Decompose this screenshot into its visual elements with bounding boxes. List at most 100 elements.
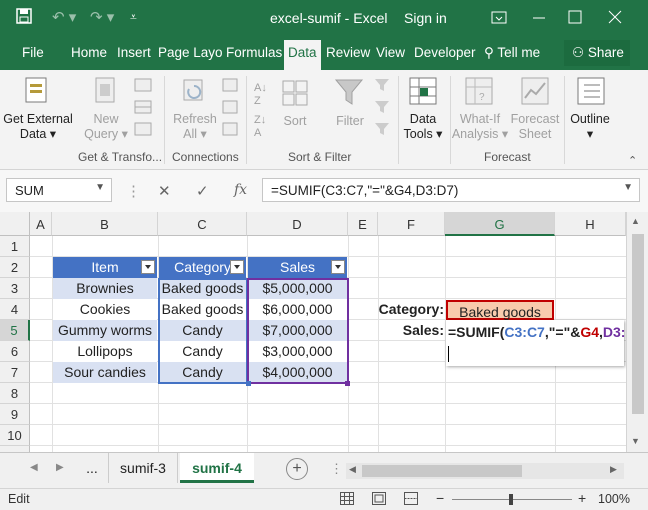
- sheet-tab-sumif-4[interactable]: sumif-4: [180, 453, 254, 483]
- page-break-view-icon[interactable]: [404, 492, 418, 508]
- zoom-level[interactable]: 100%: [598, 492, 630, 506]
- properties-icon[interactable]: [222, 100, 238, 117]
- vertical-scrollbar[interactable]: ▲ ▼: [626, 212, 648, 452]
- cancel-icon[interactable]: ✕: [158, 182, 171, 200]
- zoom-in-icon[interactable]: +: [578, 490, 586, 506]
- scroll-sheets-right-icon[interactable]: ▶: [56, 462, 64, 473]
- table-cell[interactable]: Brownies: [53, 278, 157, 299]
- scroll-thumb[interactable]: [632, 234, 644, 414]
- scroll-up-icon[interactable]: ▲: [631, 216, 640, 226]
- clear-filter-icon[interactable]: [374, 78, 390, 95]
- column-header-b[interactable]: B: [52, 212, 158, 236]
- tell-me-search[interactable]: ⚲ Tell me: [484, 45, 540, 61]
- sheet-tab-sumif-3[interactable]: sumif-3: [108, 453, 178, 483]
- scroll-right-icon[interactable]: ▶: [610, 464, 617, 475]
- tab-file[interactable]: File: [22, 45, 44, 60]
- tab-insert[interactable]: Insert: [117, 45, 151, 60]
- what-if-analysis-button[interactable]: What-If Analysis ▾: [450, 112, 510, 142]
- page-layout-view-icon[interactable]: [372, 492, 386, 508]
- recent-sources-icon[interactable]: [134, 122, 152, 139]
- scroll-sheets-left-icon[interactable]: ◀: [30, 462, 38, 473]
- ribbon-display-icon[interactable]: [488, 6, 512, 28]
- tab-formulas[interactable]: Formulas: [226, 45, 282, 60]
- forecast-sheet-button[interactable]: Forecast Sheet: [508, 112, 562, 142]
- data-tools-button[interactable]: Data Tools ▾: [400, 112, 446, 142]
- column-header-f[interactable]: F: [378, 212, 445, 236]
- new-query-button[interactable]: New Query ▾: [80, 112, 132, 142]
- tab-home[interactable]: Home: [71, 45, 107, 60]
- row-header-10[interactable]: 10: [0, 425, 30, 446]
- more-sheets[interactable]: ...: [78, 453, 106, 483]
- worksheet-grid[interactable]: A B C D E F G H 1 2 3 4 5 6 7 8 9 10 11 …: [0, 212, 626, 452]
- add-sheet-icon[interactable]: +: [286, 458, 308, 480]
- column-header-d[interactable]: D: [247, 212, 348, 236]
- sign-in-link[interactable]: Sign in: [404, 10, 447, 26]
- table-header-sales[interactable]: Sales: [248, 257, 347, 278]
- tab-developer[interactable]: Developer: [414, 45, 476, 60]
- scroll-down-icon[interactable]: ▼: [631, 436, 640, 446]
- outline-button[interactable]: Outline ▾: [564, 112, 616, 142]
- minimize-icon[interactable]: [528, 6, 552, 28]
- connections-icon[interactable]: [222, 78, 238, 95]
- table-cell[interactable]: Gummy worms: [53, 320, 157, 341]
- select-all-corner[interactable]: [0, 212, 30, 236]
- row-header-3[interactable]: 3: [0, 278, 30, 299]
- category-criteria-cell[interactable]: Baked goods: [446, 300, 554, 320]
- horizontal-scroll-thumb[interactable]: [362, 465, 522, 477]
- row-header-1[interactable]: 1: [0, 236, 30, 257]
- maximize-icon[interactable]: [564, 6, 588, 28]
- edit-links-icon[interactable]: [222, 122, 238, 139]
- row-header-4[interactable]: 4: [0, 299, 30, 320]
- formula-input[interactable]: =SUMIF(C3:C7,"="&G4,D3:D7) ▼: [262, 178, 640, 202]
- sort-az-icon[interactable]: A↓ Z: [254, 82, 267, 108]
- table-header-category[interactable]: Category: [159, 257, 246, 278]
- column-header-c[interactable]: C: [158, 212, 247, 236]
- insert-function-icon[interactable]: fx: [234, 182, 247, 198]
- redo-icon[interactable]: ↷ ▾: [90, 8, 114, 26]
- tab-splitter-icon[interactable]: ⋮: [330, 461, 343, 477]
- sort-za-icon[interactable]: Z↓ A: [254, 114, 266, 140]
- refresh-all-button[interactable]: Refresh All ▾: [170, 112, 220, 142]
- table-header-item[interactable]: Item: [53, 257, 157, 278]
- table-cell[interactable]: Sour candies: [53, 362, 157, 383]
- table-cell[interactable]: Lollipops: [53, 341, 157, 362]
- zoom-slider-handle[interactable]: [509, 494, 513, 505]
- zoom-out-icon[interactable]: −: [436, 490, 444, 506]
- tab-page-layout[interactable]: Page Layo: [158, 45, 223, 60]
- close-icon[interactable]: [604, 6, 628, 28]
- resize-handle[interactable]: [246, 381, 251, 386]
- show-queries-icon[interactable]: [134, 78, 152, 95]
- save-icon[interactable]: [16, 8, 32, 28]
- tab-review[interactable]: Review: [326, 45, 370, 60]
- row-header-2[interactable]: 2: [0, 257, 30, 278]
- share-button[interactable]: ⚇ Share: [564, 40, 630, 66]
- row-header-8[interactable]: 8: [0, 383, 30, 404]
- row-header-5[interactable]: 5: [0, 320, 30, 341]
- normal-view-icon[interactable]: [340, 492, 354, 508]
- filter-dropdown-icon[interactable]: [141, 260, 155, 274]
- column-header-e[interactable]: E: [348, 212, 378, 236]
- horizontal-scrollbar[interactable]: ◀ ▶: [346, 463, 624, 479]
- collapse-ribbon-icon[interactable]: ⌃: [628, 154, 637, 167]
- tab-data[interactable]: Data: [284, 40, 321, 70]
- sort-button[interactable]: Sort: [280, 114, 310, 129]
- table-cell[interactable]: Cookies: [53, 299, 157, 320]
- row-header-7[interactable]: 7: [0, 362, 30, 383]
- get-external-data-button[interactable]: Get External Data ▾: [2, 112, 74, 142]
- customize-toolbar-icon[interactable]: ⩡: [130, 10, 137, 25]
- name-box[interactable]: SUM ▼: [6, 178, 112, 202]
- filter-dropdown-icon[interactable]: [230, 260, 244, 274]
- tab-view[interactable]: View: [376, 45, 405, 60]
- resize-handle[interactable]: [345, 381, 350, 386]
- column-header-h[interactable]: H: [555, 212, 626, 236]
- column-header-g[interactable]: G: [445, 212, 555, 236]
- advanced-filter-icon[interactable]: [374, 122, 390, 139]
- scroll-left-icon[interactable]: ◀: [349, 464, 356, 475]
- expand-formula-icon[interactable]: ▼: [623, 182, 633, 193]
- undo-icon[interactable]: ↶ ▾: [52, 8, 76, 26]
- reapply-filter-icon[interactable]: [374, 100, 390, 117]
- from-table-icon[interactable]: [134, 100, 152, 117]
- formula-edit-cell[interactable]: =SUMIF(C3:C7,"="&G4,D3:D7): [446, 320, 626, 366]
- row-header-9[interactable]: 9: [0, 404, 30, 425]
- enter-check-icon[interactable]: ✓: [196, 182, 209, 200]
